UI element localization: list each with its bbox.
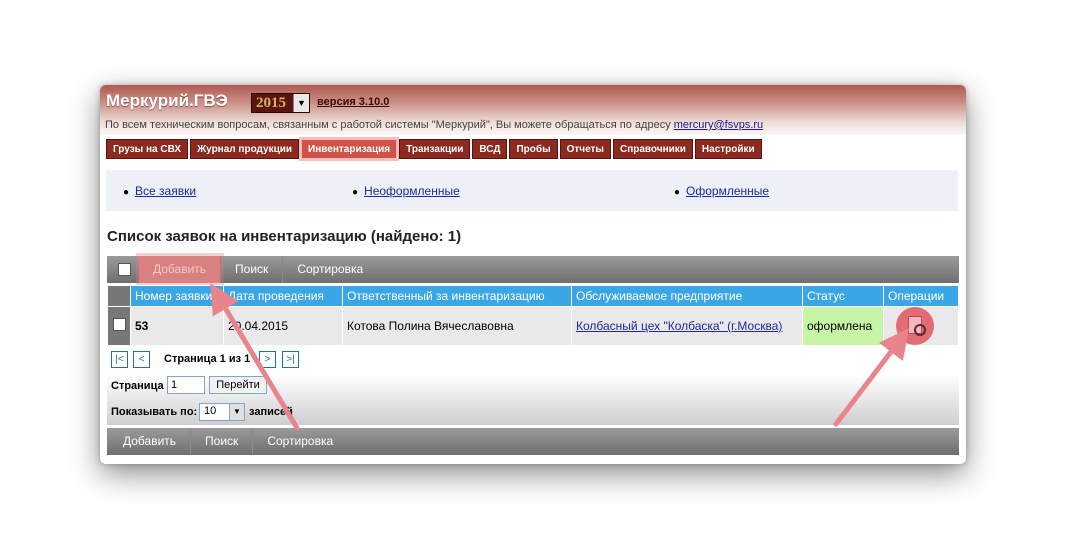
- enterprise-link[interactable]: Колбасный цех "Колбаска" (г.Москва): [576, 319, 782, 333]
- support-info: По всем техническим вопросам, связанным …: [105, 119, 763, 131]
- sort-button-bottom[interactable]: Сортировка: [253, 428, 347, 455]
- cell-status: оформлена: [802, 306, 884, 346]
- next-page-button[interactable]: >: [259, 351, 276, 368]
- search-button[interactable]: Поиск: [221, 256, 284, 283]
- list-title: Список заявок на инвентаризацию (найдено…: [107, 228, 462, 245]
- add-button[interactable]: Добавить: [139, 256, 222, 283]
- menu-item-vsd[interactable]: ВСД: [472, 139, 508, 159]
- sort-button[interactable]: Сортировка: [283, 256, 377, 283]
- records-label: записей: [249, 406, 293, 418]
- column-date[interactable]: Дата проведения: [223, 285, 343, 307]
- prev-page-button[interactable]: <: [133, 351, 150, 368]
- view-details-icon[interactable]: [896, 307, 934, 345]
- menu-item-transactions[interactable]: Транзакции: [399, 139, 471, 159]
- per-page-value: 10: [204, 405, 217, 417]
- filter-registered-link[interactable]: Оформленные: [686, 184, 769, 198]
- table-row: 53 20.04.2015 Котова Полина Вячеславовна…: [107, 306, 959, 346]
- filter-registered: ● Оформленные: [674, 184, 769, 198]
- bullet-icon: ●: [352, 187, 359, 198]
- bottom-toolbar: Добавить Поиск Сортировка: [107, 428, 959, 455]
- row-checkbox[interactable]: [112, 318, 126, 331]
- column-number[interactable]: Номер заявки: [130, 285, 224, 307]
- select-all-checkbox[interactable]: [118, 263, 131, 276]
- filter-all-link[interactable]: Все заявки: [135, 184, 196, 198]
- page-label: Страница: [111, 380, 164, 392]
- filter-bar: ● Все заявки ● Неоформленные ● Оформленные: [106, 170, 958, 211]
- year-select[interactable]: 2015 ▼: [251, 93, 310, 113]
- cell-operations: [883, 306, 959, 346]
- cell-number: 53: [130, 306, 224, 346]
- row-checkbox-cell: [107, 306, 131, 346]
- page-info: Страница 1 из 1: [164, 353, 251, 365]
- add-button-bottom[interactable]: Добавить: [107, 428, 192, 455]
- column-responsible[interactable]: Ответственный за инвентаризацию: [342, 285, 572, 307]
- cell-date: 20.04.2015: [223, 306, 343, 346]
- column-status[interactable]: Статус: [802, 285, 884, 307]
- search-button-bottom[interactable]: Поиск: [191, 428, 254, 455]
- pager: |< < Страница 1 из 1 > >| Страница 1 Пер…: [107, 347, 959, 425]
- column-enterprise[interactable]: Обслуживаемое предприятие: [571, 285, 803, 307]
- go-button[interactable]: Перейти: [209, 376, 267, 394]
- menu-item-reports[interactable]: Отчеты: [559, 139, 611, 159]
- menu-item-references[interactable]: Справочники: [612, 139, 693, 159]
- bullet-icon: ●: [674, 187, 681, 198]
- filter-unregistered-link[interactable]: Неоформленные: [364, 184, 460, 198]
- first-page-button[interactable]: |<: [111, 351, 128, 368]
- bullet-icon: ●: [123, 187, 130, 198]
- chevron-down-icon[interactable]: ▼: [293, 94, 309, 112]
- app-window: Меркурий.ГВЭ 2015 ▼ версия 3.10.0 По все…: [100, 85, 966, 464]
- filter-unregistered: ● Неоформленные: [352, 184, 460, 198]
- chevron-down-icon[interactable]: ▼: [229, 404, 244, 420]
- column-operations: Операции: [883, 285, 959, 307]
- header-checkbox-cell: [107, 285, 131, 307]
- per-page-select[interactable]: 10 ▼: [199, 403, 245, 421]
- page-number-input[interactable]: 1: [167, 376, 205, 394]
- app-title: Меркурий.ГВЭ: [106, 91, 228, 110]
- filter-all: ● Все заявки: [123, 184, 196, 198]
- year-value: 2015: [256, 95, 286, 111]
- menu-item-cargo[interactable]: Грузы на СВХ: [106, 139, 189, 159]
- cell-enterprise: Колбасный цех "Колбаска" (г.Москва): [571, 306, 803, 346]
- requests-table: Номер заявки Дата проведения Ответственн…: [107, 285, 959, 346]
- top-toolbar: Добавить Поиск Сортировка: [107, 256, 959, 283]
- menu-item-samples[interactable]: Пробы: [509, 139, 558, 159]
- table-header-row: Номер заявки Дата проведения Ответственн…: [107, 285, 959, 307]
- cell-responsible: Котова Полина Вячеславовна: [342, 306, 572, 346]
- main-menu: Грузы на СВХ Журнал продукции Инвентариз…: [106, 139, 762, 159]
- support-email-link[interactable]: mercury@fsvps.ru: [674, 119, 763, 131]
- menu-item-inventory[interactable]: Инвентаризация: [301, 139, 398, 159]
- version-link[interactable]: версия 3.10.0: [317, 96, 389, 108]
- magnifier-icon: [914, 324, 926, 336]
- menu-item-products-journal[interactable]: Журнал продукции: [190, 139, 300, 159]
- header: Меркурий.ГВЭ 2015 ▼ версия 3.10.0 По все…: [100, 85, 966, 135]
- menu-item-settings[interactable]: Настройки: [694, 139, 762, 159]
- last-page-button[interactable]: >|: [282, 351, 299, 368]
- per-page-label: Показывать по:: [111, 406, 198, 418]
- support-text: По всем техническим вопросам, связанным …: [105, 119, 671, 131]
